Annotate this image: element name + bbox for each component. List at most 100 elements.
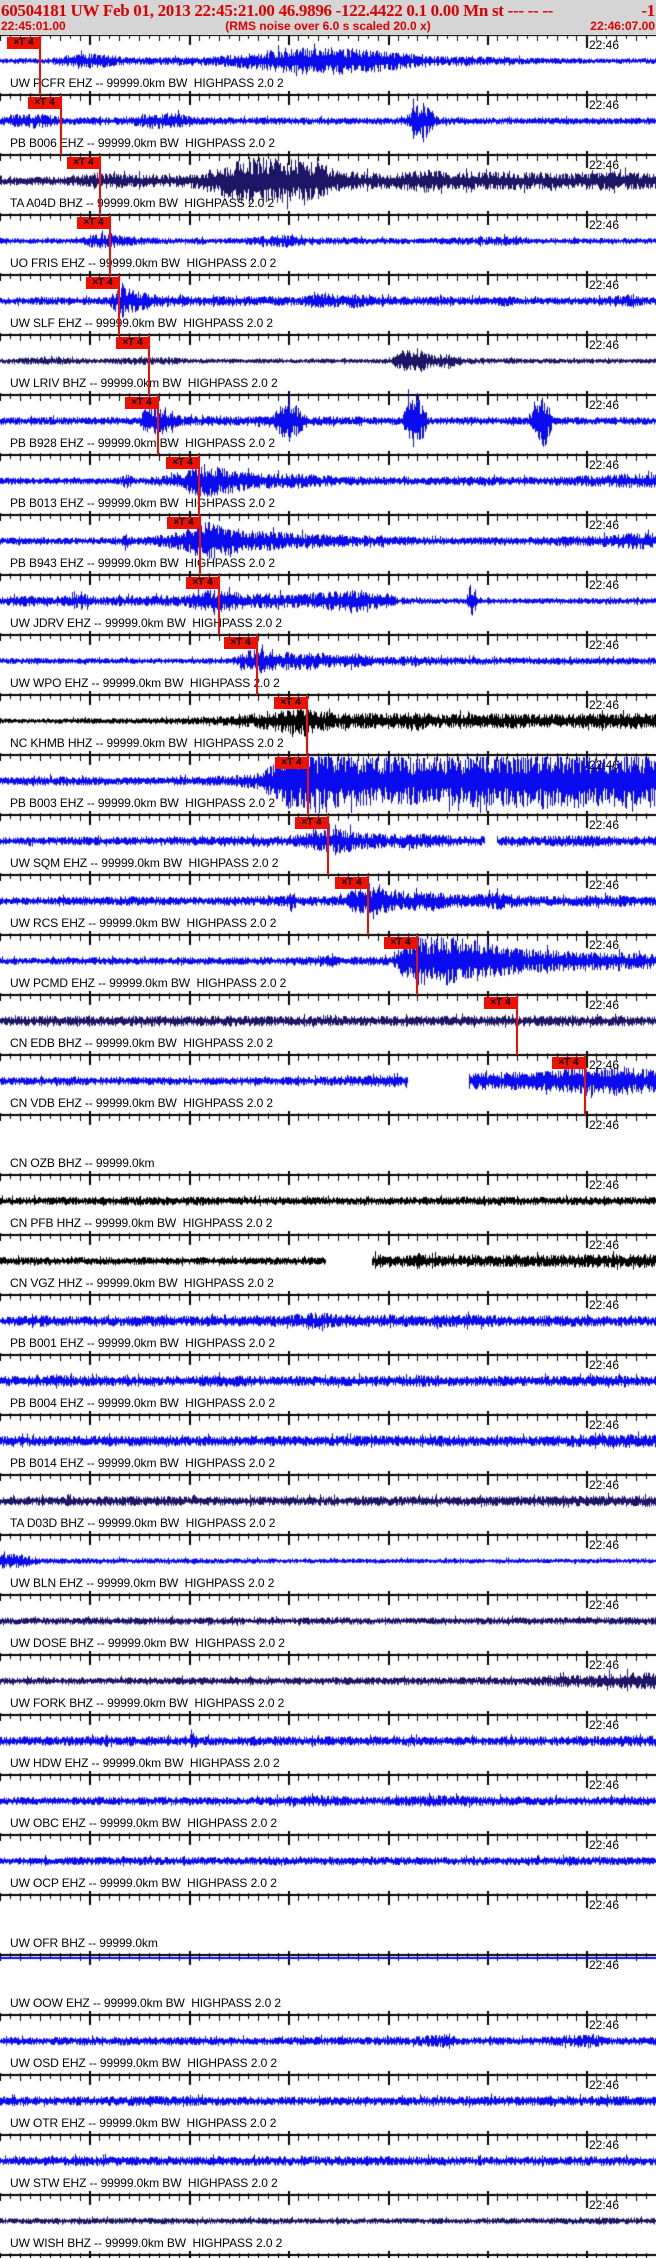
trace-row[interactable]: 22:46 UW OCP EHZ -- 99999.0km BW HIGHPAS… [0,1835,656,1895]
pick-line [198,455,200,515]
trace-row[interactable]: 22:46 CN VDB EHZ -- 99999.0km BW HIGHPAS… [0,1055,656,1115]
trace-row[interactable]: 22:46 UW JDRV EHZ -- 99999.0km BW HIGHPA… [0,575,656,635]
minute-time-label: 22:46 [589,98,620,112]
station-label: PB B013 EHZ -- 99999.0km BW HIGHPASS 2.0… [10,496,275,510]
pick-flag[interactable]: ×T 4 [274,697,307,709]
minute-time-label: 22:46 [589,638,620,652]
pick-line [327,815,329,875]
pick-flag[interactable]: ×T 4 [335,877,368,889]
trace-row[interactable]: 22:46 PB B928 EHZ -- 99999.0km BW HIGHPA… [0,395,656,455]
pick-flag[interactable]: ×T 4 [28,97,61,109]
station-label: UW HDW EHZ -- 99999.0km BW HIGHPASS 2.0 … [10,1756,280,1770]
trace-row[interactable]: 22:46 CN VGZ HHZ -- 99999.0km BW HIGHPAS… [0,1235,656,1295]
pick-flag[interactable]: ×T 4 [295,817,328,829]
minute-time-label: 22:46 [589,998,620,1012]
pick-flag[interactable]: ×T 4 [67,157,100,169]
pick-flag[interactable]: ×T 4 [384,937,417,949]
station-label: PB B014 EHZ -- 99999.0km BW HIGHPASS 2.0… [10,1456,275,1470]
pick-flag[interactable]: ×T 4 [552,1057,585,1069]
minute-time-label: 22:46 [589,1658,620,1672]
pick-line [118,275,120,335]
pick-flag[interactable]: ×T 4 [86,277,119,289]
pick-line [307,755,309,815]
minute-time-label: 22:46 [589,1958,620,1972]
trace-row[interactable]: 22:46 UW DOSE BHZ -- 99999.0km BW HIGHPA… [0,1595,656,1655]
station-label: UW STW EHZ -- 99999.0km BW HIGHPASS 2.0 … [10,2176,278,2190]
station-label: UW RCS EHZ -- 99999.0km BW HIGHPASS 2.0 … [10,916,277,930]
minute-time-label: 22:46 [589,2078,620,2092]
pick-flag[interactable]: ×T 4 [186,577,219,589]
station-label: UW OFR BHZ -- 99999.0km [10,1936,158,1950]
pick-flag[interactable]: ×T 4 [116,337,149,349]
pick-line [99,155,101,215]
trace-row[interactable]: 22:46 CN OZB BHZ -- 99999.0km [0,1115,656,1175]
minute-time-label: 22:46 [589,1418,620,1432]
minute-time-label: 22:46 [589,698,620,712]
minute-time-label: 22:46 [589,158,620,172]
minute-time-label: 22:46 [589,1718,620,1732]
event-summary-line: 60504181 UW Feb 01, 2013 22:45:21.00 46.… [1,0,655,21]
trace-row[interactable]: 22:46 UW WISH BHZ -- 99999.0km BW HIGHPA… [0,2195,656,2255]
minute-time-label: 22:46 [589,1178,620,1192]
trace-row[interactable]: 22:46 PB B003 EHZ -- 99999.0km BW HIGHPA… [0,755,656,815]
minute-time-label: 22:46 [589,38,620,52]
trace-row[interactable]: 22:46 UW WPO EHZ -- 99999.0km BW HIGHPAS… [0,635,656,695]
pick-flag[interactable]: ×T 4 [166,457,199,469]
trace-row[interactable]: 22:46 UW PCMD EHZ -- 99999.0km BW HIGHPA… [0,935,656,995]
station-label: UW DOSE BHZ -- 99999.0km BW HIGHPASS 2.0… [10,1636,285,1650]
pick-flag[interactable]: ×T 4 [7,37,40,49]
minute-time-label: 22:46 [589,1838,620,1852]
trace-row[interactable]: 22:46 PB B013 EHZ -- 99999.0km BW HIGHPA… [0,455,656,515]
window-start-time: 22:45:01.00 [1,19,66,33]
trace-row[interactable]: 22:46 UW OOW EHZ -- 99999.0km BW HIGHPAS… [0,1955,656,2015]
pick-flag[interactable]: ×T 4 [224,637,257,649]
pick-flag[interactable]: ×T 4 [77,217,110,229]
trace-row[interactable]: 22:46 UW STW EHZ -- 99999.0km BW HIGHPAS… [0,2135,656,2195]
event-summary-right: -1 [641,1,655,20]
minute-time-label: 22:46 [589,1538,620,1552]
trace-row[interactable]: 22:46 UW LRIV BHZ -- 99999.0km BW HIGHPA… [0,335,656,395]
trace-row[interactable]: 22:46 UW RCS EHZ -- 99999.0km BW HIGHPAS… [0,875,656,935]
trace-row[interactable]: 22:46 UW OSD EHZ -- 99999.0km BW HIGHPAS… [0,2015,656,2075]
window-time-line: 22:45:01.00 (RMS noise over 6.0 s scaled… [1,20,655,33]
minute-time-label: 22:46 [589,1598,620,1612]
event-header: 60504181 UW Feb 01, 2013 22:45:21.00 46.… [0,0,656,35]
trace-row[interactable]: 22:46 UW OTR EHZ -- 99999.0km BW HIGHPAS… [0,2075,656,2135]
pick-flag[interactable]: ×T 4 [484,997,517,1009]
trace-row[interactable]: 22:46 NC KHMB HHZ -- 99999.0km BW HIGHPA… [0,695,656,755]
trace-row[interactable]: 22:46 UW OBC EHZ -- 99999.0km BW HIGHPAS… [0,1775,656,1835]
minute-time-label: 22:46 [589,1118,620,1132]
event-summary-text: 60504181 UW Feb 01, 2013 22:45:21.00 46.… [1,1,554,20]
station-label: UW SQM EHZ -- 99999.0km BW HIGHPASS 2.0 … [10,856,279,870]
trace-row[interactable]: 22:46 PB B004 EHZ -- 99999.0km BW HIGHPA… [0,1355,656,1415]
pick-flag[interactable]: ×T 4 [275,757,308,769]
scaling-note: (RMS noise over 6.0 s scaled 20.0 x) [225,19,431,33]
trace-row[interactable]: 22:46 PB B014 EHZ -- 99999.0km BW HIGHPA… [0,1415,656,1475]
trace-row[interactable]: 22:46 UW SQM EHZ -- 99999.0km BW HIGHPAS… [0,815,656,875]
station-label: UW PCFR EHZ -- 99999.0km BW HIGHPASS 2.0… [10,76,284,90]
minute-time-label: 22:46 [589,338,620,352]
trace-row[interactable]: 22:46 CN EDB BHZ -- 99999.0km BW HIGHPAS… [0,995,656,1055]
pick-flag[interactable]: ×T 4 [125,397,158,409]
trace-row[interactable]: 22:46 CN PFB HHZ -- 99999.0km BW HIGHPAS… [0,1175,656,1235]
trace-row[interactable]: 22:46 UW SLF EHZ -- 99999.0km BW HIGHPAS… [0,275,656,335]
station-label: TA D03D BHZ -- 99999.0km BW HIGHPASS 2.0… [10,1516,276,1530]
station-label: UW OTR EHZ -- 99999.0km BW HIGHPASS 2.0 … [10,2116,277,2130]
minute-time-label: 22:46 [589,398,620,412]
minute-time-label: 22:46 [589,1358,620,1372]
trace-row[interactable]: 22:46 TA D03D BHZ -- 99999.0km BW HIGHPA… [0,1475,656,1535]
trace-row[interactable]: 22:46 UO FRIS EHZ -- 99999.0km BW HIGHPA… [0,215,656,275]
pick-flag[interactable]: ×T 4 [167,517,200,529]
station-label: CN VGZ HHZ -- 99999.0km BW HIGHPASS 2.0 … [10,1276,274,1290]
trace-row[interactable]: 22:46 UW HDW EHZ -- 99999.0km BW HIGHPAS… [0,1715,656,1775]
trace-row[interactable]: 22:46 TA A04D BHZ -- 99999.0km BW HIGHPA… [0,155,656,215]
trace-row[interactable]: 22:46 UW FORK BHZ -- 99999.0km BW HIGHPA… [0,1655,656,1715]
trace-row[interactable]: 22:46 UW PCFR EHZ -- 99999.0km BW HIGHPA… [0,35,656,95]
trace-row[interactable]: 22:46 PB B943 EHZ -- 99999.0km BW HIGHPA… [0,515,656,575]
trace-row[interactable]: 22:46 PB B006 EHZ -- 99999.0km BW HIGHPA… [0,95,656,155]
pick-line [516,995,518,1055]
trace-row[interactable]: 22:46 UW OFR BHZ -- 99999.0km [0,1895,656,1955]
trace-row[interactable]: 22:46 PB B001 EHZ -- 99999.0km BW HIGHPA… [0,1295,656,1355]
pick-line [148,335,150,395]
trace-row[interactable]: 22:46 UW BLN EHZ -- 99999.0km BW HIGHPAS… [0,1535,656,1595]
